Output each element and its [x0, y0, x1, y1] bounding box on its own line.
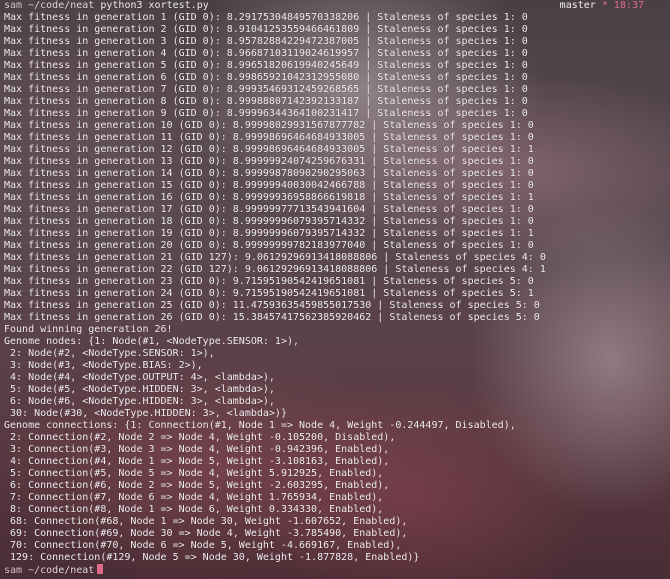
output-line: 5: Node(#5, <NodeType.HIDDEN: 3>, <lambd… [4, 384, 275, 395]
output-line: Max fitness in generation 24 (GID 0): 9.… [4, 288, 534, 299]
output-line: Max fitness in generation 1 (GID 0): 8.2… [4, 12, 528, 23]
prompt-user: sam [4, 0, 23, 11]
output-line: Max fitness in generation 7 (GID 0): 8.9… [4, 84, 528, 95]
output-line: Max fitness in generation 5 (GID 0): 8.9… [4, 60, 528, 71]
output-line: Genome nodes: {1: Node(#1, <NodeType.SEN… [4, 336, 300, 347]
command-text: python3 xortest.py [100, 0, 209, 11]
output-line: Max fitness in generation 26 (GID 0): 15… [4, 312, 540, 323]
output-line: Max fitness in generation 21 (GID 127): … [4, 252, 546, 263]
output-line: 3: Connection(#3, Node 3 => Node 4, Weig… [4, 444, 390, 455]
output-line: Max fitness in generation 11 (GID 0): 8.… [4, 132, 534, 143]
output-line: 2: Node(#2, <NodeType.SENSOR: 1>), [4, 348, 215, 359]
output-line: Max fitness in generation 12 (GID 0): 8.… [4, 144, 534, 155]
output-line: 30: Node(#30, <NodeType.HIDDEN: 3>, <lam… [4, 408, 287, 419]
output-line: 3: Node(#3, <NodeType.BIAS: 2>), [4, 360, 203, 371]
output-line: 6: Node(#6, <NodeType.HIDDEN: 3>, <lambd… [4, 396, 275, 407]
output-line: Max fitness in generation 13 (GID 0): 8.… [4, 156, 534, 167]
output-line: Max fitness in generation 19 (GID 0): 8.… [4, 228, 534, 239]
output-line: Max fitness in generation 16 (GID 0): 8.… [4, 192, 534, 203]
command-prompt-line: sam ~/code/neat python3 xortest.py [4, 0, 670, 12]
output-line: Max fitness in generation 10 (GID 0): 8.… [4, 120, 534, 131]
output-line: Genome connections: {1: Connection(#1, N… [4, 420, 516, 431]
output-line: 7: Connection(#7, Node 6 => Node 4, Weig… [4, 492, 384, 503]
prompt-path: ~/code/neat [28, 0, 95, 11]
output-line: Max fitness in generation 25 (GID 0): 11… [4, 300, 540, 311]
output-line: Max fitness in generation 2 (GID 0): 8.9… [4, 24, 528, 35]
output-line: Found winning generation 26! [4, 324, 173, 335]
output-line: 69: Connection(#69, Node 30 => Node 4, W… [4, 528, 408, 539]
output-line: Max fitness in generation 15 (GID 0): 8.… [4, 180, 534, 191]
output-line: 4: Node(#4, <NodeType.OUTPUT: 4>, <lambd… [4, 372, 275, 383]
output-line: 5: Connection(#5, Node 5 => Node 4, Weig… [4, 468, 384, 479]
output-line: Max fitness in generation 14 (GID 0): 8.… [4, 168, 534, 179]
output-line: Max fitness in generation 23 (GID 0): 9.… [4, 276, 534, 287]
output-line: 2: Connection(#2, Node 2 => Node 4, Weig… [4, 432, 396, 443]
output-line: Max fitness in generation 17 (GID 0): 8.… [4, 204, 534, 215]
output-block: Max fitness in generation 1 (GID 0): 8.2… [4, 12, 670, 564]
terminal-output: sam ~/code/neat python3 xortest.py Max f… [4, 0, 670, 576]
output-line: 6: Connection(#6, Node 2 => Node 5, Weig… [4, 480, 390, 491]
output-line: Max fitness in generation 8 (GID 0): 8.9… [4, 96, 528, 107]
output-line: Max fitness in generation 22 (GID 127): … [4, 264, 546, 275]
output-line: Max fitness in generation 4 (GID 0): 8.9… [4, 48, 528, 59]
output-line: Max fitness in generation 3 (GID 0): 8.9… [4, 36, 528, 47]
output-line: Max fitness in generation 9 (GID 0): 8.9… [4, 108, 528, 119]
output-line: Max fitness in generation 20 (GID 0): 8.… [4, 240, 534, 251]
output-line: 129: Connection(#129, Node 5 => Node 30,… [4, 552, 420, 563]
text-cursor [97, 564, 104, 574]
terminal-window[interactable]: master * 18:37 sam ~/code/neat python3 x… [0, 0, 670, 579]
prompt-path-current: ~/code/neat [28, 565, 95, 576]
output-line: 68: Connection(#68, Node 1 => Node 30, W… [4, 516, 408, 527]
input-prompt-line[interactable]: sam ~/code/neat [4, 564, 670, 576]
output-line: 8: Connection(#8, Node 1 => Node 6, Weig… [4, 504, 384, 515]
output-line: Max fitness in generation 6 (GID 0): 8.9… [4, 72, 528, 83]
output-line: 4: Connection(#4, Node 1 => Node 5, Weig… [4, 456, 390, 467]
output-line: Max fitness in generation 18 (GID 0): 8.… [4, 216, 534, 227]
output-line: 70: Connection(#70, Node 6 => Node 5, We… [4, 540, 402, 551]
prompt-user-current: sam [4, 565, 23, 576]
